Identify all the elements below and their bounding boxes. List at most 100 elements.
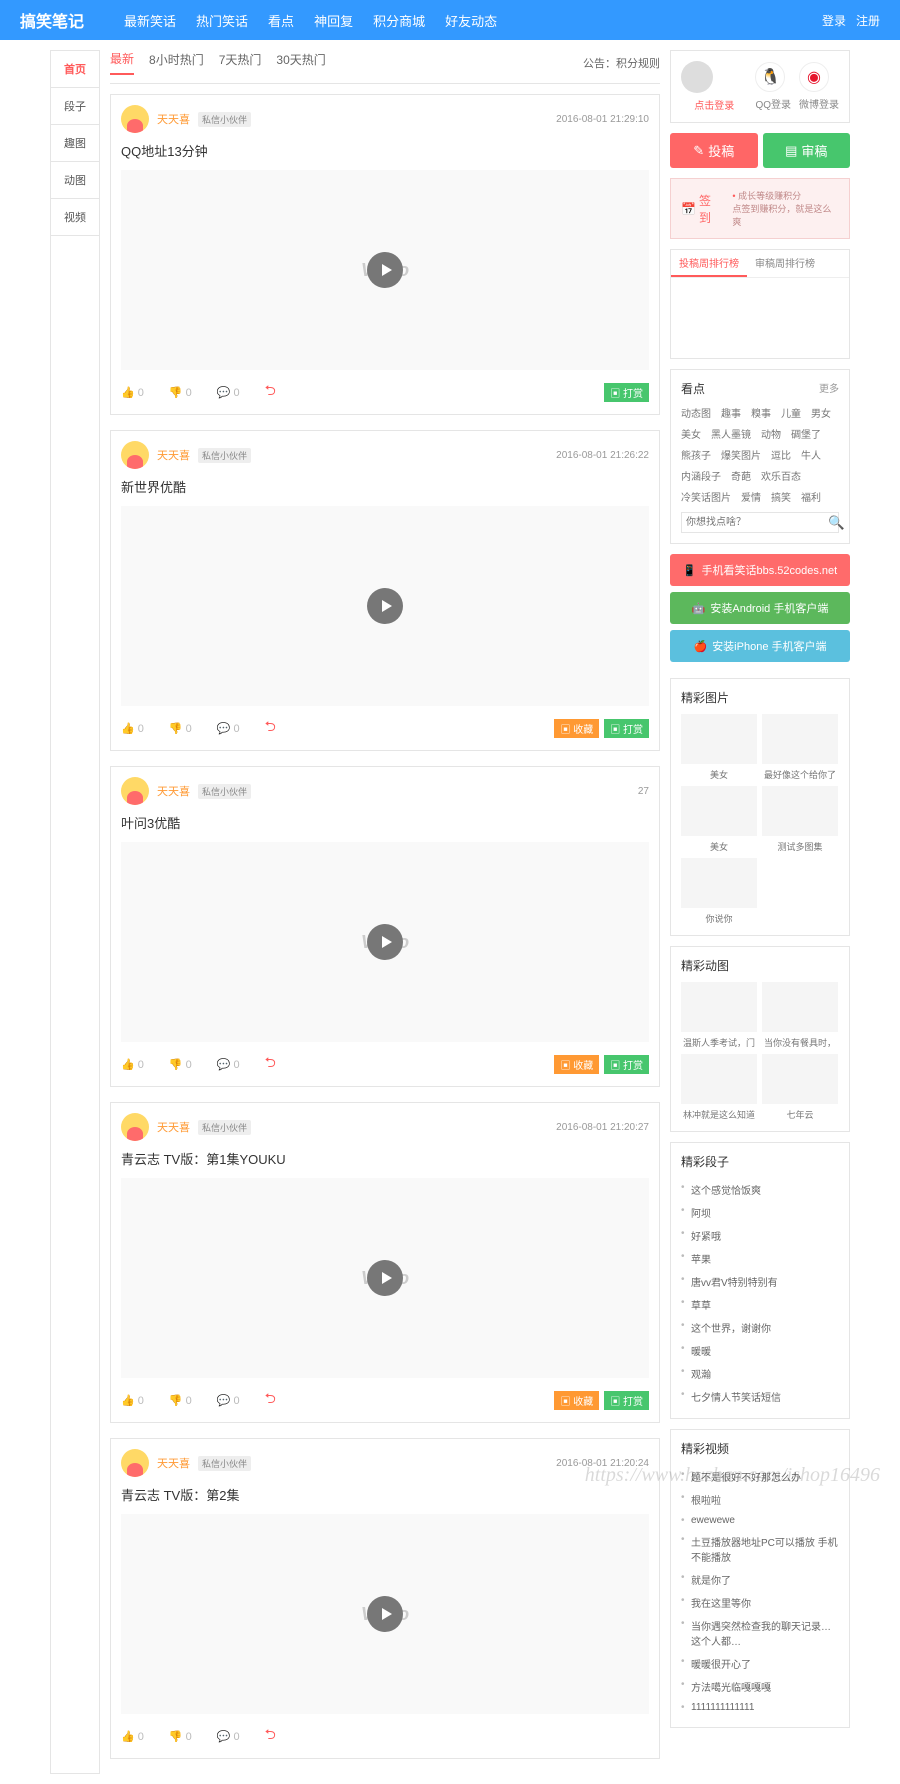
tag-link[interactable]: 美女 (681, 426, 701, 441)
share-icon[interactable]: ⮌ (265, 1388, 276, 1412)
sort-tab[interactable]: 8小时热门 (149, 51, 204, 74)
sidebar-tab[interactable]: 动图 (51, 162, 99, 199)
tag-link[interactable]: 牛人 (801, 447, 821, 462)
comment-button[interactable]: 💬 0 (217, 722, 240, 735)
more-link[interactable]: 更多 (819, 380, 839, 397)
sidebar-tab[interactable]: 首页 (51, 51, 99, 88)
share-icon[interactable]: ⮌ (265, 716, 276, 740)
signin-button[interactable]: 📅签到 (681, 192, 722, 226)
avatar[interactable] (121, 1449, 149, 1477)
username[interactable]: 天天喜 (157, 783, 190, 799)
list-item[interactable]: 方法噶光临嘎嘎嘎 (681, 1675, 839, 1698)
dislike-button[interactable]: 👎 0 (169, 1394, 192, 1407)
tag-link[interactable]: 趣事 (721, 405, 741, 420)
tag-link[interactable]: 爆笑图片 (721, 447, 761, 462)
thumbnail-item[interactable]: 最好像这个给你了 (762, 714, 838, 781)
like-button[interactable]: 👍 0 (121, 1730, 144, 1743)
like-button[interactable]: 👍 0 (121, 1394, 144, 1407)
tag-link[interactable]: 碉堡了 (791, 426, 821, 441)
username[interactable]: 天天喜 (157, 111, 190, 127)
weibo-login-icon[interactable]: ◉ (799, 62, 829, 92)
search-button[interactable]: 🔍 (822, 513, 851, 532)
list-item[interactable]: 唐vv君V特别特别有 (681, 1270, 839, 1293)
nav-item[interactable]: 神回复 (314, 11, 353, 30)
tag-button[interactable]: ▣ 收藏 (554, 719, 599, 738)
like-button[interactable]: 👍 0 (121, 722, 144, 735)
sort-tab[interactable]: 30天热门 (276, 51, 325, 74)
list-item[interactable]: 观瀚 (681, 1362, 839, 1385)
tag-link[interactable]: 儿童 (781, 405, 801, 420)
rank-tab-review[interactable]: 审稿周排行榜 (747, 250, 823, 277)
list-item[interactable]: 土豆播放器地址PC可以播放 手机不能播放 (681, 1530, 839, 1568)
thumbnail-item[interactable]: 测试多图集 (762, 786, 838, 853)
like-button[interactable]: 👍 0 (121, 386, 144, 399)
nav-item[interactable]: 看点 (268, 11, 294, 30)
sidebar-tab[interactable]: 趣图 (51, 125, 99, 162)
rank-tab-post[interactable]: 投稿周排行榜 (671, 250, 747, 277)
sort-tab[interactable]: 7天热门 (219, 51, 262, 74)
sort-tab[interactable]: 最新 (110, 50, 134, 75)
app-download-button[interactable]: 🤖 安装Android 手机客户端 (670, 592, 850, 624)
tag-link[interactable]: 糗事 (751, 405, 771, 420)
search-input[interactable] (682, 513, 822, 532)
nav-item[interactable]: 最新笑话 (124, 11, 176, 30)
tag-link[interactable]: 熊孩子 (681, 447, 711, 462)
avatar[interactable] (121, 441, 149, 469)
comment-button[interactable]: 💬 0 (217, 1394, 240, 1407)
sidebar-tab[interactable]: 段子 (51, 88, 99, 125)
list-item[interactable]: 这个世界，谢谢你 (681, 1316, 839, 1339)
list-item[interactable]: 根啦啦 (681, 1488, 839, 1511)
share-icon[interactable]: ⮌ (265, 1724, 276, 1748)
tag-link[interactable]: 冷笑话图片 (681, 489, 731, 504)
share-icon[interactable]: ⮌ (265, 1052, 276, 1076)
tag-link[interactable]: 福利 (801, 489, 821, 504)
avatar[interactable] (121, 1113, 149, 1141)
video-player[interactable]: Video (121, 1178, 649, 1378)
nav-item[interactable]: 积分商城 (373, 11, 425, 30)
login-prompt[interactable]: 点击登录 (681, 97, 747, 112)
list-item[interactable]: 1111111111111 (681, 1698, 839, 1717)
username[interactable]: 天天喜 (157, 447, 190, 463)
avatar[interactable] (121, 777, 149, 805)
review-button[interactable]: ▤审稿 (763, 133, 851, 168)
list-item[interactable]: 阿坝 (681, 1201, 839, 1224)
video-player[interactable]: Video (121, 1514, 649, 1714)
tag-link[interactable]: 奇葩 (731, 468, 751, 483)
comment-button[interactable]: 💬 0 (217, 386, 240, 399)
dislike-button[interactable]: 👎 0 (169, 722, 192, 735)
play-icon[interactable] (367, 924, 403, 960)
app-download-button[interactable]: 📱 手机看笑话bbs.52codes.net (670, 554, 850, 586)
post-button[interactable]: ✎投稿 (670, 133, 758, 168)
qq-login-icon[interactable]: 🐧 (755, 62, 785, 92)
register-link[interactable]: 注册 (856, 12, 880, 29)
avatar[interactable] (121, 105, 149, 133)
play-icon[interactable] (367, 252, 403, 288)
dislike-button[interactable]: 👎 0 (169, 1730, 192, 1743)
thumbnail-item[interactable]: 美女 (681, 714, 757, 781)
like-button[interactable]: 👍 0 (121, 1058, 144, 1071)
play-icon[interactable] (367, 588, 403, 624)
thumbnail-item[interactable]: 温斯人季考试，门 (681, 982, 757, 1049)
nav-item[interactable]: 好友动态 (445, 11, 497, 30)
thumbnail-item[interactable]: 你说你 (681, 858, 757, 925)
list-item[interactable]: 暖暖很开心了 (681, 1652, 839, 1675)
tag-link[interactable]: 爱情 (741, 489, 761, 504)
dislike-button[interactable]: 👎 0 (169, 1058, 192, 1071)
list-item[interactable]: 七夕情人节笑话短信 (681, 1385, 839, 1408)
user-avatar-placeholder[interactable] (681, 61, 713, 93)
thumbnail-item[interactable]: 当你没有餐具时， (762, 982, 838, 1049)
tag-button[interactable]: ▣ 收藏 (554, 1391, 599, 1410)
tag-button[interactable]: ▣ 打赏 (604, 383, 649, 402)
play-icon[interactable] (367, 1260, 403, 1296)
tag-link[interactable]: 欢乐百态 (761, 468, 801, 483)
thumbnail-item[interactable]: 七年云 (762, 1054, 838, 1121)
dislike-button[interactable]: 👎 0 (169, 386, 192, 399)
tag-link[interactable]: 动态图 (681, 405, 711, 420)
video-player[interactable]: Video (121, 842, 649, 1042)
username[interactable]: 天天喜 (157, 1455, 190, 1471)
video-player[interactable]: Video (121, 170, 649, 370)
comment-button[interactable]: 💬 0 (217, 1058, 240, 1071)
list-item[interactable]: 就是你了 (681, 1568, 839, 1591)
sidebar-tab[interactable]: 视频 (51, 199, 99, 236)
list-item[interactable]: 暖暖 (681, 1339, 839, 1362)
